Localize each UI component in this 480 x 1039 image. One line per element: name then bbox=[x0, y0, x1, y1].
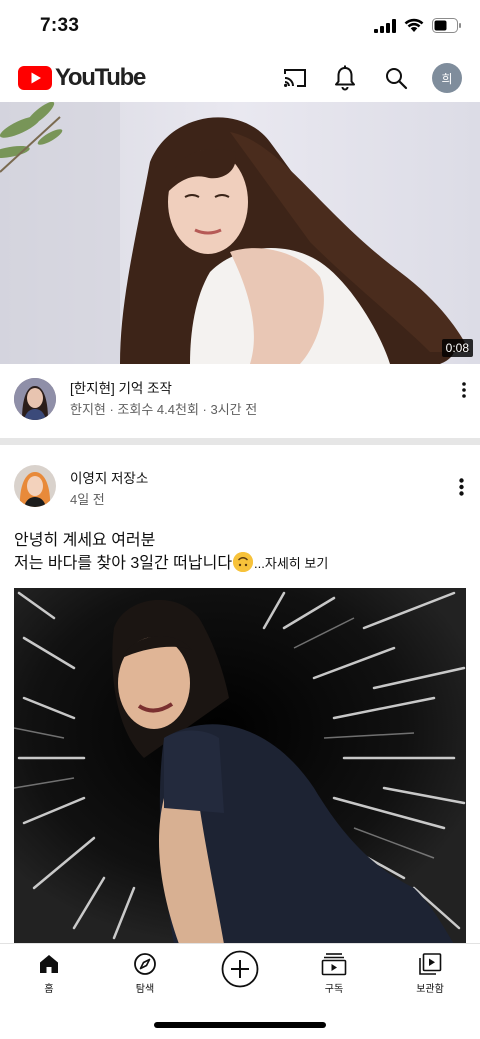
nav-label-subscriptions: 구독 bbox=[324, 984, 344, 995]
video-menu-button[interactable] bbox=[452, 378, 476, 402]
wifi-icon bbox=[404, 18, 424, 32]
video-thumbnail[interactable]: 0:08 bbox=[0, 102, 480, 364]
section-divider bbox=[0, 438, 480, 445]
battery-icon bbox=[432, 18, 461, 33]
cast-button[interactable] bbox=[280, 63, 310, 93]
more-vert-icon bbox=[462, 382, 466, 398]
nav-explore[interactable]: 탐색 bbox=[105, 952, 185, 995]
post-text-line1: 안녕히 계세요 여러분 bbox=[14, 532, 156, 549]
nav-label-library: 보관함 bbox=[416, 984, 444, 995]
nav-label-home: 홈 bbox=[44, 984, 54, 995]
create-icon bbox=[221, 950, 259, 988]
app-header: YouTube 희 bbox=[0, 54, 480, 102]
explore-icon bbox=[134, 953, 156, 975]
subscriptions-icon bbox=[321, 953, 347, 976]
nav-library[interactable]: 보관함 bbox=[390, 952, 470, 995]
signal-icon bbox=[374, 18, 396, 33]
upside-down-face-icon bbox=[233, 552, 254, 572]
nav-subscriptions[interactable]: 구독 bbox=[294, 952, 374, 995]
video-title[interactable]: [한지현] 기억 조작 bbox=[70, 377, 172, 397]
post-channel-name[interactable]: 이영지 저장소 bbox=[70, 467, 148, 487]
status-time: 7:33 bbox=[40, 15, 80, 36]
post-text-line2: 저는 바다를 찾아 3일간 떠납니다 bbox=[14, 555, 233, 572]
youtube-logo[interactable]: YouTube bbox=[18, 64, 146, 92]
more-vert-icon bbox=[458, 478, 464, 496]
nav-home[interactable]: 홈 bbox=[9, 952, 89, 995]
nav-create[interactable] bbox=[200, 950, 280, 988]
library-icon bbox=[419, 953, 442, 975]
notifications-icon bbox=[335, 65, 355, 91]
home-icon bbox=[40, 955, 58, 973]
post-channel-avatar-image bbox=[14, 465, 56, 507]
post-menu-button[interactable] bbox=[449, 475, 473, 499]
video-duration: 0:08 bbox=[441, 339, 473, 357]
post-text: 안녕히 계세요 여러분 저는 바다를 찾아 3일간 떠납니다 ...자세히 보기 bbox=[14, 529, 464, 575]
post-time: 4일 전 bbox=[70, 492, 105, 507]
notifications-button[interactable] bbox=[330, 63, 360, 93]
thumbnail-image bbox=[0, 102, 480, 364]
search-icon bbox=[386, 68, 408, 90]
youtube-play-icon bbox=[18, 66, 52, 90]
account-initial: 희 bbox=[441, 71, 453, 86]
cast-icon bbox=[284, 69, 306, 87]
logo-text: YouTube bbox=[55, 64, 146, 91]
account-avatar[interactable]: 희 bbox=[432, 63, 462, 93]
video-meta: [한지현] 기억 조작 한지현 · 조회수 4.4천회 · 3시간 전 bbox=[0, 364, 480, 438]
channel-avatar[interactable] bbox=[14, 378, 56, 420]
nav-label-explore: 탐색 bbox=[135, 984, 155, 995]
video-subtitle: 한지현 · 조회수 4.4천회 · 3시간 전 bbox=[70, 402, 258, 417]
status-bar: 7:33 bbox=[0, 0, 480, 54]
status-icons bbox=[374, 18, 462, 33]
home-indicator bbox=[154, 1022, 326, 1028]
channel-avatar-image bbox=[14, 378, 56, 420]
post-image[interactable] bbox=[14, 588, 466, 944]
search-button[interactable] bbox=[381, 63, 411, 93]
post-channel-avatar[interactable] bbox=[14, 465, 56, 507]
read-more-link[interactable]: ...자세히 보기 bbox=[254, 556, 328, 571]
post-image-graphic bbox=[14, 588, 466, 944]
